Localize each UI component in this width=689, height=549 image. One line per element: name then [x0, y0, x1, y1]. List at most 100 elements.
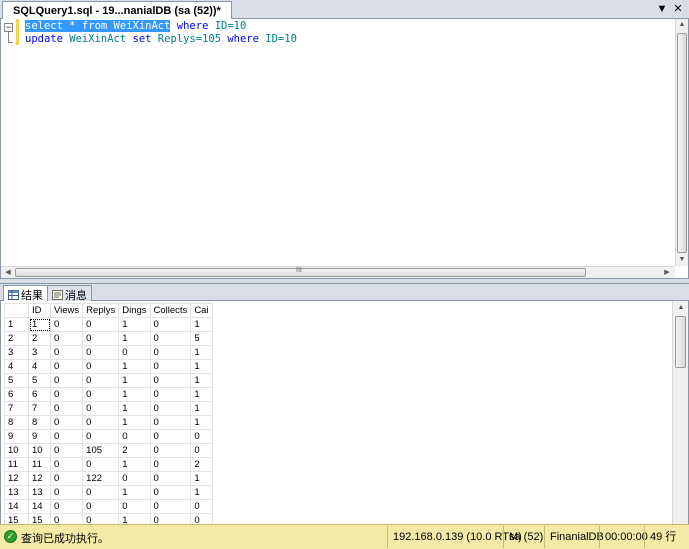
tab-messages[interactable]: 消息	[47, 285, 92, 302]
table-cell[interactable]: 0	[82, 485, 120, 500]
table-cell[interactable]: 1	[190, 415, 214, 430]
table-cell[interactable]: 14	[28, 499, 51, 514]
table-row[interactable]: 6600101	[4, 387, 214, 402]
table-cell[interactable]: 1	[118, 331, 151, 346]
table-cell[interactable]: 0	[82, 317, 120, 332]
table-cell[interactable]: 0	[49, 387, 84, 402]
table-cell[interactable]: 0	[190, 443, 214, 458]
table-cell[interactable]: 0	[82, 345, 120, 360]
table-cell[interactable]: 5	[190, 331, 214, 346]
row-number[interactable]: 15	[4, 513, 29, 524]
table-cell[interactable]: 6	[28, 387, 51, 402]
column-header[interactable]: Replys	[82, 303, 120, 318]
column-header[interactable]: Dings	[118, 303, 151, 318]
table-cell[interactable]: 1	[118, 457, 151, 472]
table-cell[interactable]: 0	[149, 429, 192, 444]
table-cell[interactable]: 105	[82, 443, 120, 458]
table-cell[interactable]: 8	[28, 415, 51, 430]
table-cell[interactable]: 0	[49, 429, 84, 444]
collapse-toggle-icon[interactable]: −	[4, 23, 13, 32]
table-cell[interactable]: 0	[82, 373, 120, 388]
table-cell[interactable]: 7	[28, 401, 51, 416]
tab-results[interactable]: 结果	[3, 285, 48, 302]
table-cell[interactable]: 0	[149, 359, 192, 374]
table-cell[interactable]: 0	[49, 471, 84, 486]
table-row[interactable]: 8800101	[4, 415, 214, 430]
table-cell[interactable]: 1	[118, 317, 151, 332]
table-cell[interactable]: 1	[190, 317, 214, 332]
table-cell[interactable]: 0	[82, 387, 120, 402]
table-cell[interactable]: 0	[82, 331, 120, 346]
table-row[interactable]: 12 12 0 122 0 0 1	[4, 471, 214, 486]
table-cell[interactable]: 0	[149, 415, 192, 430]
table-cell[interactable]: 0	[149, 331, 192, 346]
grid-vertical-scrollbar[interactable]: ▲	[672, 301, 688, 524]
table-row[interactable]: 15 15 0 0 1 0 0	[4, 513, 214, 524]
tab-dropdown-icon[interactable]: ▼	[655, 2, 669, 16]
column-header[interactable]: Views	[49, 303, 84, 318]
row-number[interactable]: 6	[4, 387, 29, 402]
table-row[interactable]: 1100101	[4, 317, 214, 332]
table-cell[interactable]: 9	[28, 429, 51, 444]
row-header-corner[interactable]	[4, 303, 29, 318]
close-icon[interactable]: ✕	[671, 2, 685, 16]
table-row[interactable]: 11 11 0 0 1 0 2	[4, 457, 214, 472]
table-cell[interactable]: 1	[190, 345, 214, 360]
table-cell[interactable]: 2	[118, 443, 151, 458]
table-cell[interactable]: 4	[28, 359, 51, 374]
table-cell[interactable]: 1	[190, 387, 214, 402]
table-cell[interactable]: 0	[49, 345, 84, 360]
column-header[interactable]: ID	[28, 303, 51, 318]
table-cell[interactable]: 0	[49, 317, 84, 332]
table-cell[interactable]: 0	[82, 359, 120, 374]
row-number[interactable]: 13	[4, 485, 29, 500]
editor-vertical-scrollbar[interactable]: ▲ ▼	[675, 19, 688, 266]
table-row[interactable]: 4400101	[4, 359, 214, 374]
table-cell[interactable]: 0	[82, 401, 120, 416]
scroll-thumb[interactable]	[677, 33, 687, 253]
table-cell[interactable]: 0	[118, 429, 151, 444]
row-number[interactable]: 5	[4, 373, 29, 388]
row-number[interactable]: 7	[4, 401, 29, 416]
table-cell[interactable]: 1	[118, 387, 151, 402]
table-cell[interactable]: 0	[149, 345, 192, 360]
scroll-thumb[interactable]	[675, 316, 686, 368]
table-cell[interactable]: 0	[149, 401, 192, 416]
row-number[interactable]: 2	[4, 331, 29, 346]
table-cell[interactable]: 1	[190, 359, 214, 374]
table-cell[interactable]: 1	[190, 401, 214, 416]
column-header[interactable]: Collects	[149, 303, 192, 318]
table-cell[interactable]: 1	[190, 471, 214, 486]
table-cell[interactable]: 0	[82, 457, 120, 472]
query-editor[interactable]: − select * from WeiXinAct where ID=10 up…	[0, 19, 689, 278]
table-cell[interactable]: 0	[49, 443, 84, 458]
table-cell[interactable]: 1	[118, 415, 151, 430]
table-cell[interactable]: 1	[118, 513, 151, 524]
table-cell[interactable]: 1	[190, 485, 214, 500]
table-row[interactable]: 13 13 0 0 1 0 1	[4, 485, 214, 500]
table-cell[interactable]: 0	[82, 513, 120, 524]
table-row[interactable]: 10 10 0 105 2 0 0	[4, 443, 214, 458]
table-cell[interactable]: 2	[28, 331, 51, 346]
row-number[interactable]: 1	[4, 317, 29, 332]
table-cell[interactable]: 11	[28, 457, 51, 472]
table-cell[interactable]: 122	[82, 471, 120, 486]
table-cell[interactable]: 15	[28, 513, 51, 524]
scroll-up-icon[interactable]: ▲	[676, 19, 688, 31]
code-line-1[interactable]: select * from WeiXinAct where ID=10	[25, 20, 246, 33]
scroll-down-icon[interactable]: ▼	[676, 254, 688, 266]
table-cell[interactable]: 0	[82, 415, 120, 430]
table-cell[interactable]: 0	[49, 499, 84, 514]
table-cell[interactable]: 1	[118, 359, 151, 374]
table-cell[interactable]: 0	[149, 387, 192, 402]
table-cell[interactable]: 0	[149, 499, 192, 514]
table-cell[interactable]: 0	[190, 429, 214, 444]
table-cell[interactable]: 0	[49, 373, 84, 388]
table-cell[interactable]: 0	[118, 499, 151, 514]
table-cell[interactable]: 0	[149, 443, 192, 458]
table-cell[interactable]: 1	[190, 373, 214, 388]
table-cell[interactable]: 0	[49, 359, 84, 374]
editor-horizontal-scrollbar[interactable]: ◀ III ▶	[1, 266, 675, 278]
table-cell[interactable]: 1	[118, 373, 151, 388]
table-cell[interactable]: 0	[118, 345, 151, 360]
